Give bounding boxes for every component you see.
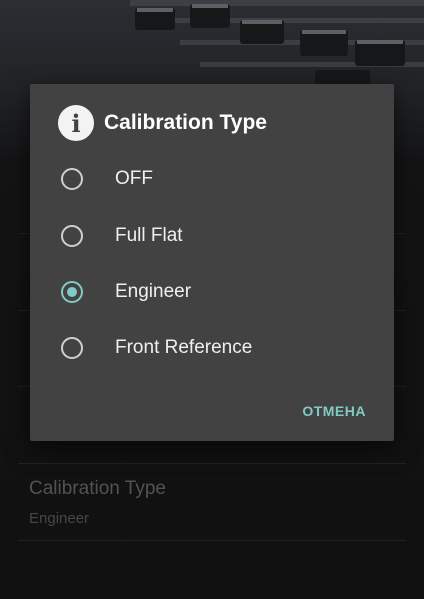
dialog-header: i Calibration Type	[58, 104, 267, 142]
option-off[interactable]: OFF	[30, 153, 394, 205]
cancel-button[interactable]: ОТМЕНА	[302, 403, 366, 419]
option-engineer[interactable]: Engineer	[30, 266, 394, 318]
radio-button-off[interactable]	[61, 168, 83, 190]
radio-button-full-flat[interactable]	[61, 225, 83, 247]
radio-button-engineer-selected[interactable]	[61, 281, 83, 303]
info-icon: i	[58, 105, 94, 141]
option-label: Full Flat	[115, 225, 183, 246]
option-full-flat[interactable]: Full Flat	[30, 210, 394, 262]
option-label: Front Reference	[115, 337, 253, 358]
option-front-reference[interactable]: Front Reference	[30, 322, 394, 374]
option-label: Engineer	[115, 281, 192, 302]
dialog-title: Calibration Type	[104, 111, 267, 134]
option-label: OFF	[115, 168, 153, 189]
radio-button-front-reference[interactable]	[61, 337, 83, 359]
calibration-type-dialog: i Calibration Type OFF Full Flat Enginee…	[30, 84, 394, 441]
